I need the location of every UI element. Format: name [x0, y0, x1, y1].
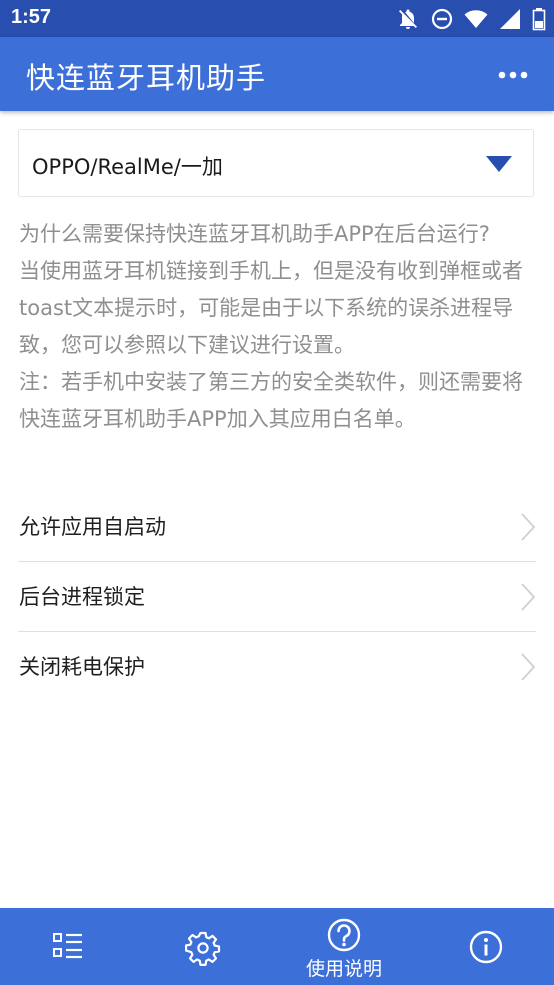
help-circle-icon: [327, 918, 361, 952]
description: 为什么需要保持快连蓝牙耳机助手APP在后台运行? 当使用蓝牙耳机链接到手机上，但…: [19, 216, 539, 438]
status-time: 1:57: [11, 6, 52, 28]
settings-gear-icon: [185, 931, 221, 966]
status-icons: [396, 7, 546, 31]
list-icon: [53, 933, 82, 959]
wifi-icon: [464, 7, 488, 31]
chevron-right-icon: [520, 512, 536, 542]
info-circle-icon: [469, 930, 503, 964]
status-bar: 1:57: [0, 0, 554, 37]
bottom-nav: 使用说明: [0, 908, 554, 985]
brand-dropdown[interactable]: OPPO/RealMe/一加: [18, 129, 534, 197]
settings-list: 允许应用自启动 后台进程锁定 关闭耗电保护: [18, 492, 536, 701]
tab-help[interactable]: 使用说明: [275, 908, 413, 985]
page-title: 快连蓝牙耳机助手: [26, 61, 267, 95]
settings-item-power-protection[interactable]: 关闭耗电保护: [18, 632, 536, 701]
settings-item-label: 关闭耗电保护: [19, 655, 145, 679]
triangle-down-icon: [485, 155, 513, 173]
settings-item-label: 允许应用自启动: [19, 515, 166, 539]
chevron-right-icon: [520, 652, 536, 682]
settings-item-background-lock[interactable]: 后台进程锁定: [18, 562, 536, 632]
more-horizontal-icon[interactable]: [498, 67, 528, 81]
notifications-off-icon: [396, 7, 420, 31]
settings-item-autostart[interactable]: 允许应用自启动: [18, 492, 536, 562]
cellular-signal-icon: [498, 7, 522, 31]
app-bar: 快连蓝牙耳机助手: [0, 37, 554, 111]
tab-about[interactable]: [417, 908, 554, 985]
tab-help-label: 使用说明: [305, 958, 382, 980]
settings-item-label: 后台进程锁定: [19, 585, 145, 609]
chevron-right-icon: [520, 582, 536, 612]
tab-settings[interactable]: [134, 908, 272, 985]
do-not-disturb-icon: [430, 7, 454, 31]
tab-list[interactable]: [0, 908, 138, 985]
brand-dropdown-value: OPPO/RealMe/一加: [32, 155, 223, 179]
description-note: 注：若手机中安装了第三方的安全类软件，则还需要将快连蓝牙耳机助手APP加入其应用…: [19, 370, 523, 431]
description-question: 为什么需要保持快连蓝牙耳机助手APP在后台运行?: [19, 222, 490, 246]
battery-icon: [532, 7, 546, 31]
description-explanation: 当使用蓝牙耳机链接到手机上，但是没有收到弹框或者toast文本提示时，可能是由于…: [19, 259, 523, 357]
